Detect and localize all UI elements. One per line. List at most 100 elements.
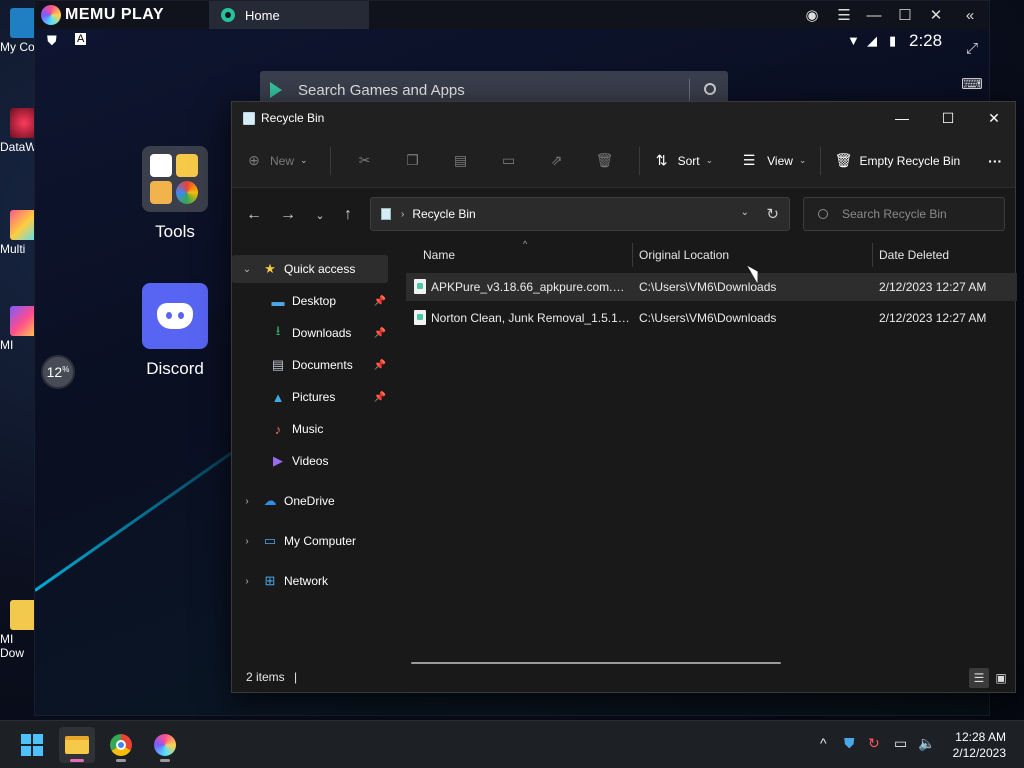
- sidebar-item-downloads[interactable]: ⭳ Downloads 📌: [232, 319, 388, 347]
- taskbar-chrome[interactable]: [103, 727, 139, 763]
- file-date-deleted: 2/12/2023 12:27 AM: [879, 280, 987, 294]
- chevron-down-icon[interactable]: ⌄: [232, 264, 262, 275]
- view-button[interactable]: ☰ View ⌄: [741, 145, 807, 177]
- close-button[interactable]: ✕: [971, 102, 1017, 134]
- plus-icon: ⊕: [248, 152, 260, 168]
- sidebar-item-network[interactable]: › ⊞ Network: [232, 567, 388, 595]
- refresh-icon[interactable]: ↻: [766, 205, 779, 223]
- details-view-button[interactable]: ☰: [969, 668, 989, 688]
- search-icon[interactable]: [704, 83, 716, 95]
- desktop-icon-multi[interactable]: Multi: [0, 210, 38, 256]
- sort-button[interactable]: ⇅ Sort ⌄: [654, 145, 713, 177]
- up-button[interactable]: ↑: [336, 203, 360, 227]
- desktop-icon-my-computer[interactable]: My Co: [0, 8, 38, 54]
- security-icon[interactable]: ⛊: [844, 735, 855, 752]
- chevron-down-icon: ⌄: [798, 155, 807, 165]
- sidebar-item-documents[interactable]: ▤ Documents 📌: [232, 351, 388, 379]
- sidebar-item-quick-access[interactable]: ⌄ ★ Quick access: [232, 255, 388, 283]
- search-placeholder: Search Games and Apps: [298, 81, 465, 99]
- minimize-button[interactable]: —: [879, 102, 925, 134]
- new-button[interactable]: ⊕ New ⌄: [246, 145, 307, 177]
- delete-button[interactable]: 🗑: [581, 145, 629, 177]
- wifi-icon: ▼: [847, 33, 860, 48]
- tools-folder[interactable]: [142, 146, 208, 212]
- discord-icon: [157, 303, 193, 329]
- forward-button[interactable]: →: [276, 203, 300, 227]
- status-divider: |: [294, 670, 298, 684]
- account-icon[interactable]: ◉: [801, 4, 823, 26]
- fullscreen-icon[interactable]: ⤢: [961, 37, 983, 59]
- menu-icon[interactable]: ☰: [833, 4, 855, 26]
- table-row[interactable]: APKPure_v3.18.66_apkpure.com.apk C:\User…: [406, 273, 1017, 301]
- column-header-name[interactable]: Name: [423, 239, 455, 271]
- sidebar-item-label: OneDrive: [284, 494, 335, 508]
- sidebar-item-onedrive[interactable]: › ☁ OneDrive: [232, 487, 388, 515]
- taskbar-memu[interactable]: [147, 727, 183, 763]
- google-icon: [150, 154, 172, 177]
- sidebar-item-pictures[interactable]: ▲ Pictures 📌: [232, 383, 388, 411]
- sidebar-item-my-computer[interactable]: › ▭ My Computer: [232, 527, 388, 555]
- tiles-view-icon: ▣: [995, 671, 1007, 685]
- desktop-icon-folder[interactable]: MI Dow: [0, 600, 38, 660]
- clock[interactable]: 12:28 AM 2/12/2023: [946, 729, 1006, 761]
- column-resize-handle[interactable]: [872, 243, 873, 267]
- close-icon[interactable]: ✕: [925, 4, 947, 26]
- breadcrumb-recycle-bin[interactable]: Recycle Bin: [412, 207, 475, 221]
- desktop-icon-dataw[interactable]: DataW: [0, 108, 38, 154]
- maximize-icon[interactable]: ☐: [894, 4, 916, 26]
- empty-recycle-bin-button[interactable]: 🗑 Empty Recycle Bin: [834, 145, 961, 177]
- horizontal-scrollbar[interactable]: [411, 662, 781, 664]
- column-resize-handle[interactable]: [632, 243, 633, 267]
- taskbar-file-explorer[interactable]: [59, 727, 95, 763]
- recent-locations-button[interactable]: ⌄: [308, 203, 332, 227]
- cut-button[interactable]: ✂: [341, 145, 389, 177]
- chevron-right-icon[interactable]: ›: [232, 576, 262, 587]
- discord-label: Discord: [146, 359, 204, 378]
- chrome-icon: [110, 734, 132, 756]
- start-button[interactable]: [14, 727, 50, 763]
- address-bar[interactable]: › Recycle Bin ⌄ ↻: [370, 197, 790, 231]
- desktop-icon-memu[interactable]: MI: [0, 306, 38, 352]
- tiles-view-button[interactable]: ▣: [991, 668, 1011, 688]
- file-name: APKPure_v3.18.66_apkpure.com.apk: [431, 280, 631, 294]
- column-header-original-location[interactable]: Original Location: [639, 239, 729, 271]
- more-options-button[interactable]: ···: [988, 145, 1002, 177]
- minimize-icon[interactable]: —: [863, 4, 885, 26]
- discord-app[interactable]: [142, 283, 208, 349]
- search-input[interactable]: Search Recycle Bin: [803, 197, 1005, 231]
- chevron-down-icon[interactable]: ⌄: [741, 207, 749, 218]
- sidebar-item-videos[interactable]: ▶ Videos: [232, 447, 388, 475]
- keyboard-icon[interactable]: ⌨: [961, 73, 983, 95]
- trash-icon: 🗑: [834, 152, 853, 168]
- file-date-deleted: 2/12/2023 12:27 AM: [879, 311, 987, 325]
- copy-button[interactable]: ❐: [389, 145, 437, 177]
- maximize-button[interactable]: ☐: [925, 102, 971, 134]
- pin-icon: 📌: [373, 391, 386, 403]
- clipboard-icon: ▤: [453, 152, 468, 168]
- chevron-up-icon[interactable]: ^: [820, 735, 827, 751]
- progress-indicator[interactable]: 12%: [41, 355, 75, 389]
- sidebar-item-music[interactable]: ♪ Music: [232, 415, 388, 443]
- column-header-date-deleted[interactable]: Date Deleted: [879, 239, 949, 271]
- volume-icon[interactable]: 🔈: [918, 735, 935, 752]
- display-icon[interactable]: ▭: [894, 735, 907, 752]
- back-button[interactable]: ←: [242, 203, 266, 227]
- chevron-right-icon[interactable]: ›: [232, 536, 262, 547]
- clock-time: 12:28 AM: [955, 730, 1006, 744]
- collapse-sidebar-icon[interactable]: «: [959, 4, 981, 26]
- sidebar-item-desktop[interactable]: ▬ Desktop 📌: [232, 287, 388, 315]
- sync-icon[interactable]: ↻: [868, 735, 880, 752]
- apk-file-icon: [414, 310, 426, 325]
- table-row[interactable]: Norton Clean, Junk Removal_1.5.1.... C:\…: [406, 304, 1017, 332]
- network-icon: ⊞: [264, 573, 276, 588]
- paste-button[interactable]: ▤: [437, 145, 485, 177]
- chevron-right-icon[interactable]: ›: [232, 496, 262, 507]
- share-button[interactable]: ⇗: [533, 145, 581, 177]
- rename-button[interactable]: ▭: [485, 145, 533, 177]
- tab-home[interactable]: Home: [209, 1, 369, 29]
- item-count: 2 items: [246, 670, 285, 684]
- status-bar: 2 items | ☰ ▣: [232, 666, 1015, 692]
- window-title: Recycle Bin: [261, 111, 325, 125]
- sidebar-item-label: Network: [284, 574, 329, 588]
- video-icon: ▶: [273, 453, 283, 468]
